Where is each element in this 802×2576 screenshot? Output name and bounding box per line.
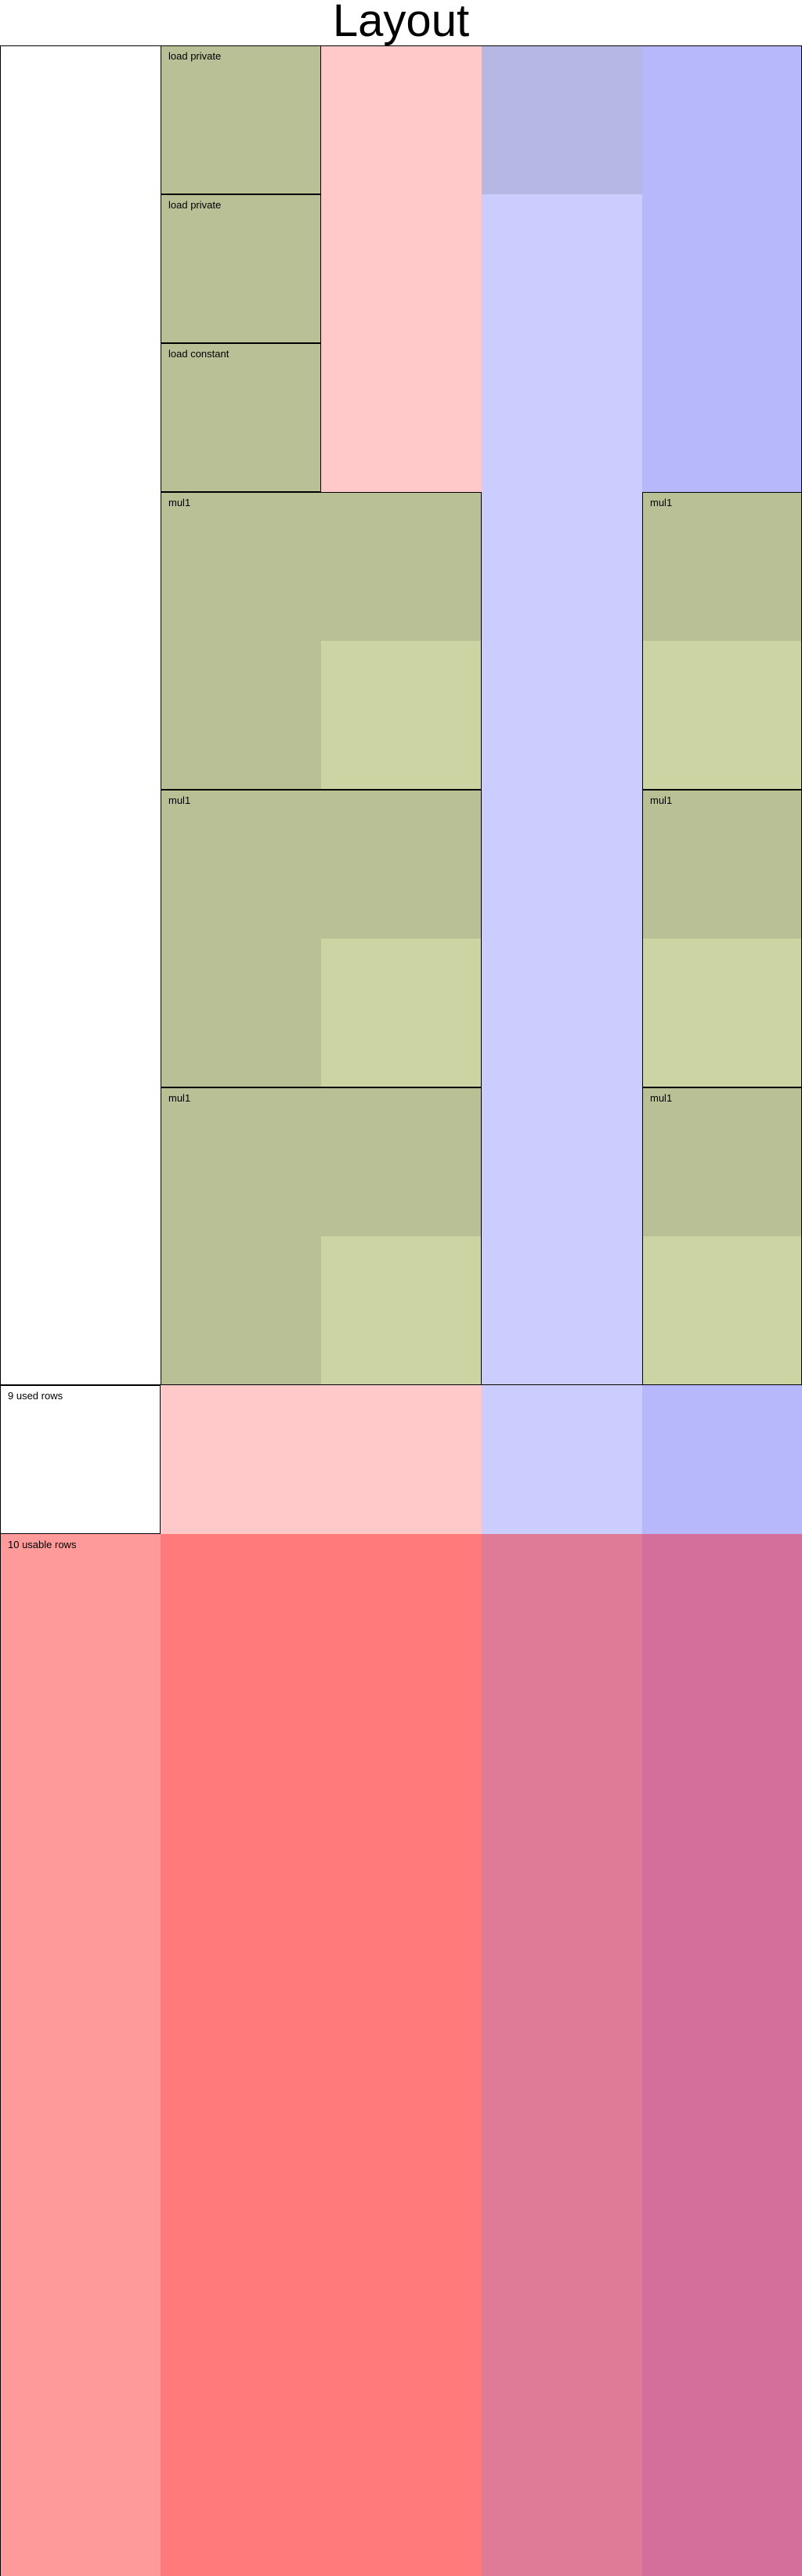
unusable-col-4: [642, 1534, 802, 2576]
row-9-col-3: [482, 1385, 642, 1534]
used-rows-box: [0, 1385, 161, 1534]
usable-rows-label: 10 usable rows: [8, 1539, 77, 1550]
unusable-col-3: [482, 1534, 642, 2576]
row-9-col-1: [161, 1385, 482, 1534]
unusable-col-1: [161, 1534, 482, 2576]
used-area-border: [0, 45, 802, 1385]
used-rows-label: 9 used rows: [8, 1390, 63, 1402]
row-9-col-4: [642, 1385, 802, 1534]
layout-diagram: load private load private load constant mul…: [0, 0, 802, 2576]
usable-rows-box: [0, 1534, 161, 2576]
